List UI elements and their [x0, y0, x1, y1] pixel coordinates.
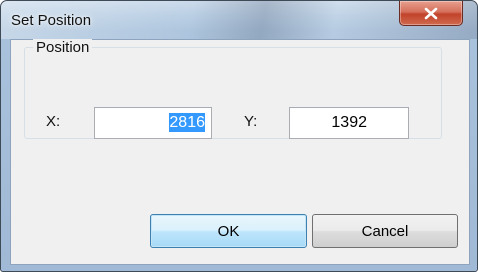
- ok-button[interactable]: OK: [150, 214, 307, 248]
- window-title: Set Position: [11, 12, 92, 29]
- x-input-selected-text: 2816: [169, 113, 205, 132]
- x-input[interactable]: 2816: [94, 107, 212, 139]
- position-group-label: Position: [33, 39, 93, 56]
- y-input[interactable]: 1392: [289, 107, 409, 139]
- x-label: X:: [46, 113, 61, 130]
- title-bar[interactable]: Set Position: [1, 1, 477, 39]
- cancel-button[interactable]: Cancel: [312, 214, 458, 248]
- set-position-dialog: Set Position Position X: 2816 Y: 1392 OK…: [0, 0, 478, 272]
- y-label: Y:: [244, 113, 258, 130]
- close-icon: [424, 7, 438, 19]
- close-button[interactable]: [399, 1, 463, 26]
